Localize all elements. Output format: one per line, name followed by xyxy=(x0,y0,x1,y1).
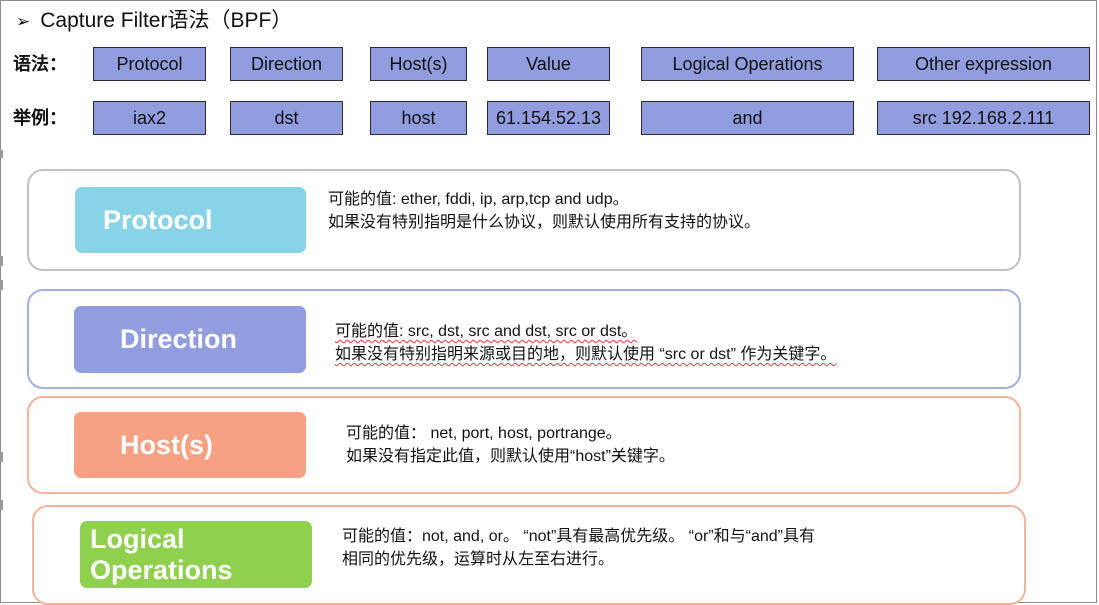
logical-operations-tag-line2: Operations xyxy=(90,554,233,585)
protocol-values-line: 可能的值: ether, fddi, ip, arp,tcp and udp。 xyxy=(328,191,629,208)
example-row-label: 举例： xyxy=(13,108,67,128)
example-cell-other-expression: src 192.168.2.111 xyxy=(877,101,1090,135)
example-cell-protocol: iax2 xyxy=(93,101,206,135)
edge-mark xyxy=(0,256,3,266)
syntax-cell-logical-operations: Logical Operations xyxy=(641,47,854,81)
hosts-card: Host(s) 可能的值： net, port, host, portrange… xyxy=(27,396,1021,494)
example-cell-direction: dst xyxy=(230,101,343,135)
edge-mark xyxy=(0,280,3,290)
direction-tag: Direction xyxy=(74,306,306,373)
syntax-cell-value: Value xyxy=(487,47,610,81)
protocol-description: 可能的值: ether, fddi, ip, arp,tcp and udp。 … xyxy=(328,188,760,234)
slide-title-text: Capture Filter语法（BPF） xyxy=(40,9,293,32)
syntax-cell-direction: Direction xyxy=(230,47,343,81)
logical-operations-card: Logical Operations 可能的值：not, and, or。 “n… xyxy=(32,505,1026,605)
arrow-bullet-icon: ➢ xyxy=(16,12,31,31)
direction-description: 可能的值: src, dst, src and dst, src or dst。… xyxy=(335,320,836,366)
slide-title: ➢ Capture Filter语法（BPF） xyxy=(16,6,292,36)
logical-operations-values-line: 可能的值：not, and, or。 “not”具有最高优先级。 “or”和与“… xyxy=(342,528,815,545)
protocol-card: Protocol 可能的值: ether, fddi, ip, arp,tcp … xyxy=(27,169,1021,271)
edge-mark xyxy=(0,500,3,510)
hosts-description: 可能的值： net, port, host, portrange。 如果没有指定… xyxy=(346,422,675,468)
syntax-cell-protocol: Protocol xyxy=(93,47,206,81)
example-cell-value: 61.154.52.13 xyxy=(487,101,610,135)
logical-operations-tag: Logical Operations xyxy=(80,521,312,588)
hosts-default-line: 如果没有指定此值，则默认使用“host”关键字。 xyxy=(346,448,675,465)
direction-card: Direction 可能的值: src, dst, src and dst, s… xyxy=(27,289,1021,389)
edge-mark xyxy=(0,452,3,462)
syntax-cell-hosts: Host(s) xyxy=(370,47,467,81)
logical-operations-description: 可能的值：not, and, or。 “not”具有最高优先级。 “or”和与“… xyxy=(342,525,815,571)
direction-default-line: 如果没有特别指明来源或目的地，则默认使用 “src or dst” 作为关键字。 xyxy=(335,346,837,363)
edge-mark xyxy=(0,150,3,158)
example-cell-hosts: host xyxy=(370,101,467,135)
hosts-values-line: 可能的值： net, port, host, portrange。 xyxy=(346,425,622,442)
protocol-default-line: 如果没有特别指明是什么协议，则默认使用所有支持的协议。 xyxy=(328,214,761,231)
syntax-cell-other-expression: Other expression xyxy=(877,47,1090,81)
syntax-row-label: 语法： xyxy=(13,54,67,74)
protocol-tag: Protocol xyxy=(75,187,306,253)
logical-operations-precedence-line: 相同的优先级，运算时从左至右进行。 xyxy=(342,551,615,568)
logical-operations-tag-line1: Logical xyxy=(90,523,185,554)
example-cell-logical-operations: and xyxy=(641,101,854,135)
direction-values-line: 可能的值: src, dst, src and dst, src or dst。 xyxy=(335,323,638,340)
hosts-tag: Host(s) xyxy=(74,412,306,478)
